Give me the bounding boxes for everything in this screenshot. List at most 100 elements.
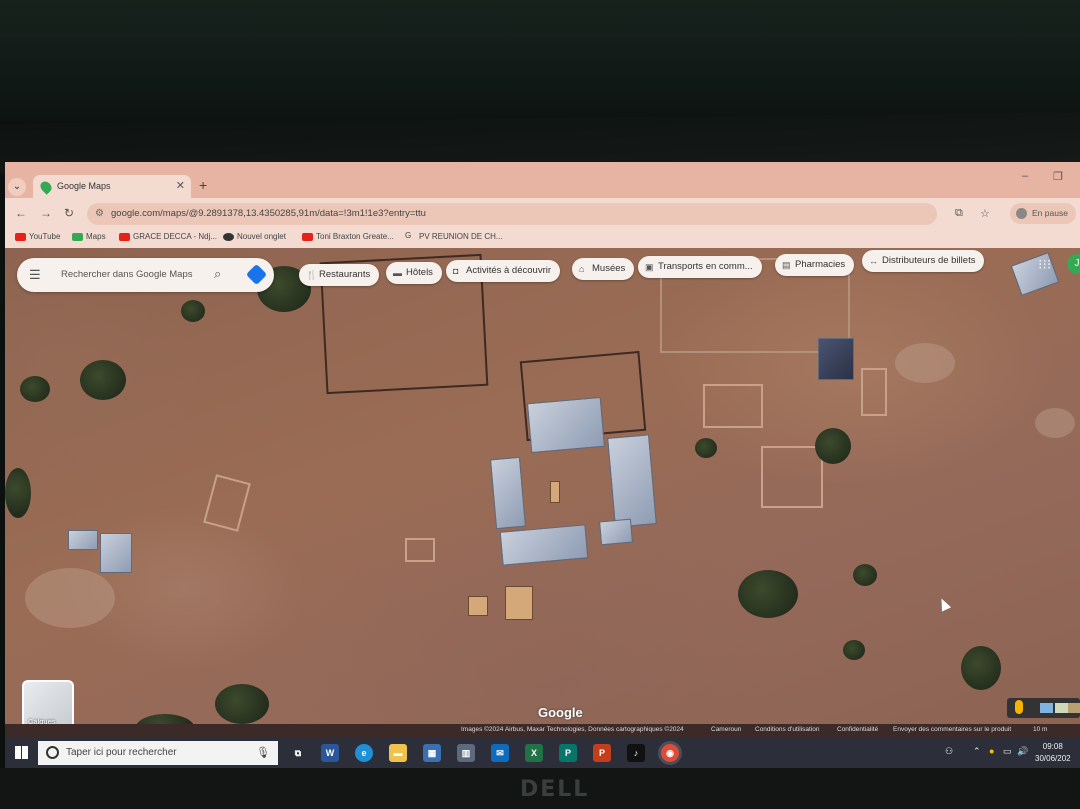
tab-close-icon[interactable]: ✕: [176, 175, 185, 198]
chip-restaurants[interactable]: 🍴 Restaurants: [299, 264, 380, 286]
powerpoint-icon[interactable]: P: [593, 744, 611, 762]
map-thumbnail[interactable]: [1040, 703, 1053, 713]
system-clock[interactable]: 09:08 30/06/202: [1035, 741, 1071, 765]
chrome-icon[interactable]: ◉: [661, 744, 679, 762]
bookmark-grace-decca[interactable]: GRACE DECCA - Ndj...: [119, 232, 217, 241]
restaurant-icon: 🍴: [306, 270, 318, 280]
address-bar[interactable]: ⚙ google.com/maps/@9.2891378,13.4350285,…: [87, 203, 937, 225]
forward-icon[interactable]: →: [40, 206, 52, 220]
chip-hotels[interactable]: ▬ Hôtels: [386, 262, 442, 284]
profile-label: En pause: [1032, 208, 1068, 218]
tree: [961, 646, 1001, 690]
pegman-icon[interactable]: [1015, 700, 1023, 714]
bookmark-toni-braxton[interactable]: Toni Braxton Greate...: [302, 232, 394, 241]
tab-title: Google Maps: [57, 181, 111, 191]
reload-icon[interactable]: ↻: [64, 206, 74, 220]
monitor-screen: ⌄ Google Maps ✕ + – ❐ ← → ↻ ⚙ google.com…: [5, 162, 1080, 768]
bus-icon: ▣: [645, 262, 654, 272]
building-roof: [100, 533, 132, 573]
map-attribution-bar: Images ©2024 Airbus, Maxar Technologies,…: [5, 724, 1080, 738]
file-explorer-icon[interactable]: ▬: [389, 744, 407, 762]
parked-vehicle: [550, 481, 560, 503]
browser-toolbar: ← → ↻ ⚙ google.com/maps/@9.2891378,13.43…: [5, 198, 1080, 230]
new-tab-icon[interactable]: +: [199, 177, 207, 193]
install-app-icon[interactable]: ⧉: [955, 207, 963, 220]
bed-icon: ▬: [393, 268, 402, 278]
tree: [815, 428, 851, 464]
youtube-icon: [302, 233, 313, 241]
building-roof: [607, 434, 657, 528]
bookmark-youtube[interactable]: YouTube: [15, 232, 60, 241]
account-avatar[interactable]: J: [1067, 254, 1080, 274]
bookmark-pv-reunion[interactable]: G PV REUNION DE CH...: [405, 231, 503, 241]
maps-search-box[interactable]: ☰ Rechercher dans Google Maps ⌕: [17, 258, 274, 292]
chip-activities[interactable]: ◘ Activités à découvrir: [446, 260, 561, 282]
tree: [843, 640, 865, 660]
terms-link[interactable]: Conditions d'utilisation: [755, 726, 819, 733]
country-label: Cameroun: [711, 726, 742, 733]
network-icon[interactable]: ▭: [1003, 746, 1012, 757]
menu-icon[interactable]: ☰: [29, 267, 41, 283]
minimize-icon[interactable]: –: [1022, 170, 1028, 182]
people-icon[interactable]: ⚇: [945, 746, 953, 757]
restore-icon[interactable]: ❐: [1053, 170, 1063, 183]
taskbar-search-placeholder: Taper ici pour rechercher: [66, 747, 177, 758]
task-view-icon[interactable]: ⧉: [289, 744, 307, 762]
map-patch: [25, 568, 115, 628]
directions-icon[interactable]: [245, 263, 268, 286]
profile-avatar-icon: [1016, 208, 1027, 219]
building-foundation: [703, 384, 763, 428]
taskbar-search-box[interactable]: Taper ici pour rechercher 🎙: [38, 741, 278, 765]
notification-badge-icon[interactable]: ●: [989, 746, 994, 756]
mail-icon[interactable]: ✉: [491, 744, 509, 762]
volume-icon[interactable]: 🔊: [1017, 746, 1028, 757]
chip-transit[interactable]: ▣ Transports en comm...: [638, 256, 762, 278]
google-g-icon: G: [405, 231, 412, 240]
tree: [5, 468, 31, 518]
privacy-link[interactable]: Confidentialité: [837, 726, 878, 733]
back-icon[interactable]: ←: [15, 206, 27, 220]
google-apps-icon[interactable]: ⁝⁝⁝: [1038, 256, 1051, 273]
edge-icon[interactable]: e: [355, 744, 373, 762]
publisher-icon[interactable]: P: [559, 744, 577, 762]
bookmark-maps[interactable]: Maps: [72, 232, 106, 241]
bookmark-star-icon[interactable]: ☆: [980, 207, 990, 220]
microphone-icon[interactable]: 🎙: [256, 741, 270, 765]
building-roof: [68, 530, 98, 550]
tab-google-maps[interactable]: Google Maps ✕: [33, 175, 191, 198]
building-roof: [490, 456, 526, 530]
windows-start-icon[interactable]: [15, 746, 28, 759]
chip-atms[interactable]: ↔ Distributeurs de billets: [862, 250, 985, 272]
chip-pharmacies[interactable]: ▤ Pharmacies: [775, 254, 855, 276]
search-icon[interactable]: ⌕: [214, 266, 221, 282]
building-foundation: [405, 538, 435, 562]
pharmacy-icon: ▤: [782, 260, 791, 270]
calculator-icon[interactable]: ▥: [457, 744, 475, 762]
excel-icon[interactable]: X: [525, 744, 543, 762]
clock-time: 09:08: [1042, 742, 1063, 751]
building-roof: [499, 524, 589, 566]
satellite-map[interactable]: ☰ Rechercher dans Google Maps ⌕ 🍴 Restaur…: [5, 248, 1080, 744]
site-info-icon[interactable]: ⚙: [95, 203, 104, 225]
map-thumbnail[interactable]: [1068, 703, 1080, 713]
google-logo: Google: [538, 705, 583, 720]
map-thumbnail[interactable]: [1055, 703, 1068, 713]
store-icon[interactable]: ▦: [423, 744, 441, 762]
profile-button[interactable]: En pause: [1010, 203, 1076, 224]
mouse-cursor-icon: [936, 596, 952, 612]
browser-tab-strip: ⌄ Google Maps ✕ + – ❐: [5, 162, 1080, 198]
building-foundation: [861, 368, 887, 416]
tiktok-icon[interactable]: ♪: [627, 744, 645, 762]
chip-museums[interactable]: ⌂ Musées: [572, 258, 635, 280]
tab-search-icon[interactable]: ⌄: [8, 178, 26, 196]
building-roof: [526, 396, 606, 454]
show-hidden-icons[interactable]: ⌃: [973, 746, 981, 757]
word-icon[interactable]: W: [321, 744, 339, 762]
feedback-link[interactable]: Envoyer des commentaires sur le produit: [893, 726, 1011, 733]
maps-icon: [72, 233, 83, 241]
tree: [80, 360, 126, 400]
cortana-icon: [46, 746, 59, 759]
bookmark-new-tab[interactable]: Nouvel onglet: [223, 232, 286, 241]
map-patch: [1035, 408, 1075, 438]
tree: [20, 376, 50, 402]
